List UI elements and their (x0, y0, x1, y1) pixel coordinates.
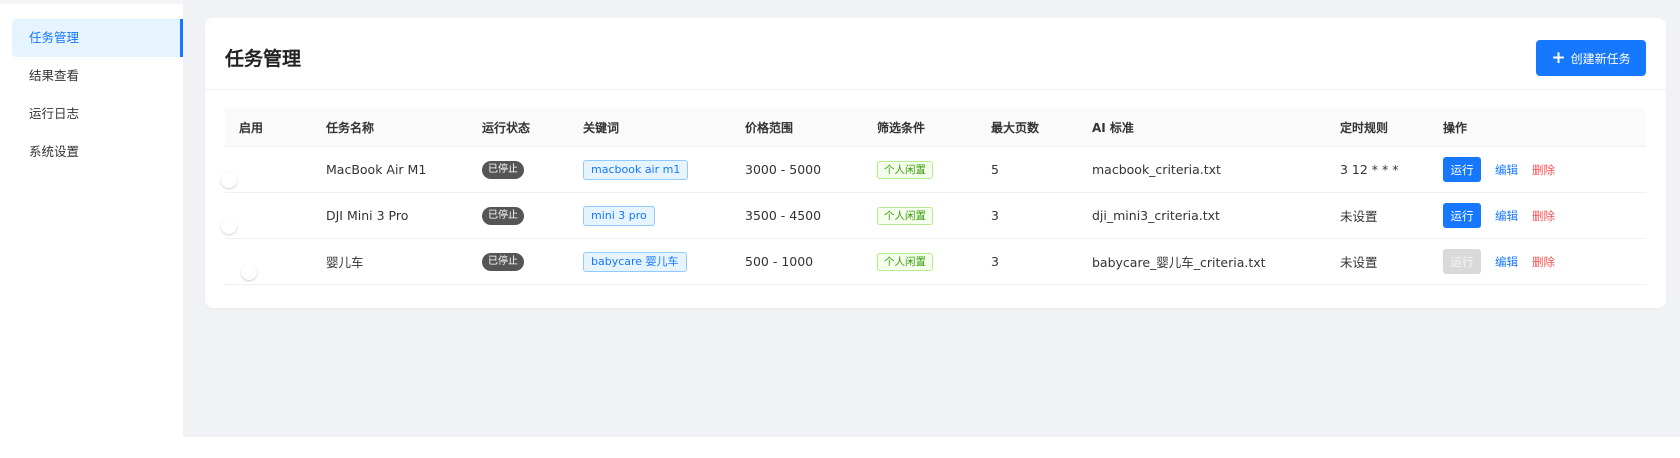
edit-link[interactable]: 编辑 (1495, 208, 1518, 224)
keyword-cell: macbook air m1 (583, 159, 689, 180)
status-cell: 已停止 (482, 252, 524, 271)
status-badge: 已停止 (482, 253, 524, 271)
col-header-keyword: 关键词 (583, 120, 620, 135)
col-header-name: 任务名称 (326, 120, 375, 135)
bottom-strip (0, 437, 1680, 458)
toggle-knob (221, 171, 237, 188)
col-header-filter: 筛选条件 (877, 120, 926, 135)
filter-tag: 个人闲置 (877, 206, 933, 225)
sidebar: 任务管理 结果查看 运行日志 系统设置 (0, 0, 183, 437)
table-row: DJI Mini 3 Pro 已停止 mini 3 pro 3500 - 450… (221, 193, 1646, 239)
main-content: 任务管理 + 创建新任务 启用 任务名称 运行状态 关键词 价格范围 筛选条件 … (183, 0, 1680, 437)
page-title: 任务管理 (225, 48, 302, 70)
delete-link[interactable]: 删除 (1532, 208, 1555, 224)
col-header-schedule: 定时规则 (1340, 120, 1389, 135)
price-range: 3000 - 5000 (745, 162, 822, 177)
table-row: 婴儿车 已停止 babycare 婴儿车 500 - 1000 个人闲置 3 b… (225, 239, 1646, 285)
sidebar-top-divider (0, 0, 183, 4)
delete-link[interactable]: 删除 (1532, 162, 1555, 178)
run-button[interactable]: 运行 (1443, 203, 1481, 228)
filter-tag: 个人闲置 (877, 160, 933, 179)
delete-link[interactable]: 删除 (1532, 254, 1555, 270)
filter-cell: 个人闲置 (877, 252, 933, 271)
col-header-price: 价格范围 (745, 120, 794, 135)
app-root: 任务管理 结果查看 运行日志 系统设置 任务管理 + 创建新任务 启用 任务名称… (0, 0, 1680, 458)
run-button[interactable]: 运行 (1443, 157, 1481, 182)
table-row: MacBook Air M1 已停止 macbook air m1 3000 -… (221, 147, 1646, 193)
schedule: 3 12 * * * (1340, 162, 1399, 177)
row-actions: 运行 编辑 删除 (1443, 157, 1555, 182)
sidebar-item-settings[interactable]: 系统设置 (12, 133, 183, 171)
status-badge: 已停止 (482, 161, 524, 179)
toggle-knob (221, 217, 237, 234)
create-task-button[interactable]: + 创建新任务 (1536, 40, 1646, 76)
task-name: MacBook Air M1 (326, 162, 427, 177)
schedule: 未设置 (1340, 209, 1378, 224)
filter-tag: 个人闲置 (877, 252, 933, 271)
keyword-tag: mini 3 pro (583, 205, 655, 226)
run-button[interactable]: 运行 (1443, 249, 1481, 274)
max-pages: 3 (991, 208, 999, 223)
task-name: DJI Mini 3 Pro (326, 208, 409, 223)
ai-criteria: babycare_婴儿车_criteria.txt (1092, 255, 1266, 270)
plus-icon: + (1551, 47, 1566, 68)
col-header-ai-criteria: AI 标准 (1092, 120, 1134, 135)
col-header-max-pages: 最大页数 (991, 120, 1040, 135)
filter-cell: 个人闲置 (877, 160, 933, 179)
task-card: 任务管理 + 创建新任务 启用 任务名称 运行状态 关键词 价格范围 筛选条件 … (205, 18, 1666, 308)
sidebar-nav: 任务管理 结果查看 运行日志 系统设置 (12, 19, 183, 171)
ai-criteria: macbook_criteria.txt (1092, 162, 1221, 177)
col-header-actions: 操作 (1443, 120, 1468, 135)
sidebar-item-task-management[interactable]: 任务管理 (12, 19, 183, 57)
table-header: 启用 任务名称 运行状态 关键词 价格范围 筛选条件 最大页数 AI 标准 定时… (225, 108, 1646, 147)
keyword-tag: babycare 婴儿车 (583, 251, 687, 272)
status-cell: 已停止 (482, 160, 524, 179)
row-actions: 运行 编辑 删除 (1443, 203, 1555, 228)
ai-criteria: dji_mini3_criteria.txt (1092, 208, 1220, 223)
filter-cell: 个人闲置 (877, 206, 933, 225)
col-header-enabled: 启用 (239, 120, 264, 135)
toggle-knob (241, 263, 257, 280)
max-pages: 3 (991, 254, 999, 269)
keyword-cell: babycare 婴儿车 (583, 251, 687, 272)
status-badge: 已停止 (482, 207, 524, 225)
schedule: 未设置 (1340, 255, 1378, 270)
edit-link[interactable]: 编辑 (1495, 254, 1518, 270)
sidebar-item-logs[interactable]: 运行日志 (12, 95, 183, 133)
edit-link[interactable]: 编辑 (1495, 162, 1518, 178)
keyword-tag: macbook air m1 (583, 159, 689, 180)
task-table: 启用 任务名称 运行状态 关键词 价格范围 筛选条件 最大页数 AI 标准 定时… (221, 108, 1646, 285)
status-cell: 已停止 (482, 206, 524, 225)
keyword-cell: mini 3 pro (583, 205, 655, 226)
max-pages: 5 (991, 162, 999, 177)
price-range: 500 - 1000 (745, 254, 814, 269)
create-task-label: 创建新任务 (1570, 51, 1631, 66)
row-actions: 运行 编辑 删除 (1443, 249, 1555, 274)
col-header-status: 运行状态 (482, 120, 531, 135)
card-header: 任务管理 + 创建新任务 (205, 18, 1666, 90)
task-name: 婴儿车 (326, 255, 364, 270)
price-range: 3500 - 4500 (745, 208, 822, 223)
sidebar-item-results[interactable]: 结果查看 (12, 57, 183, 95)
